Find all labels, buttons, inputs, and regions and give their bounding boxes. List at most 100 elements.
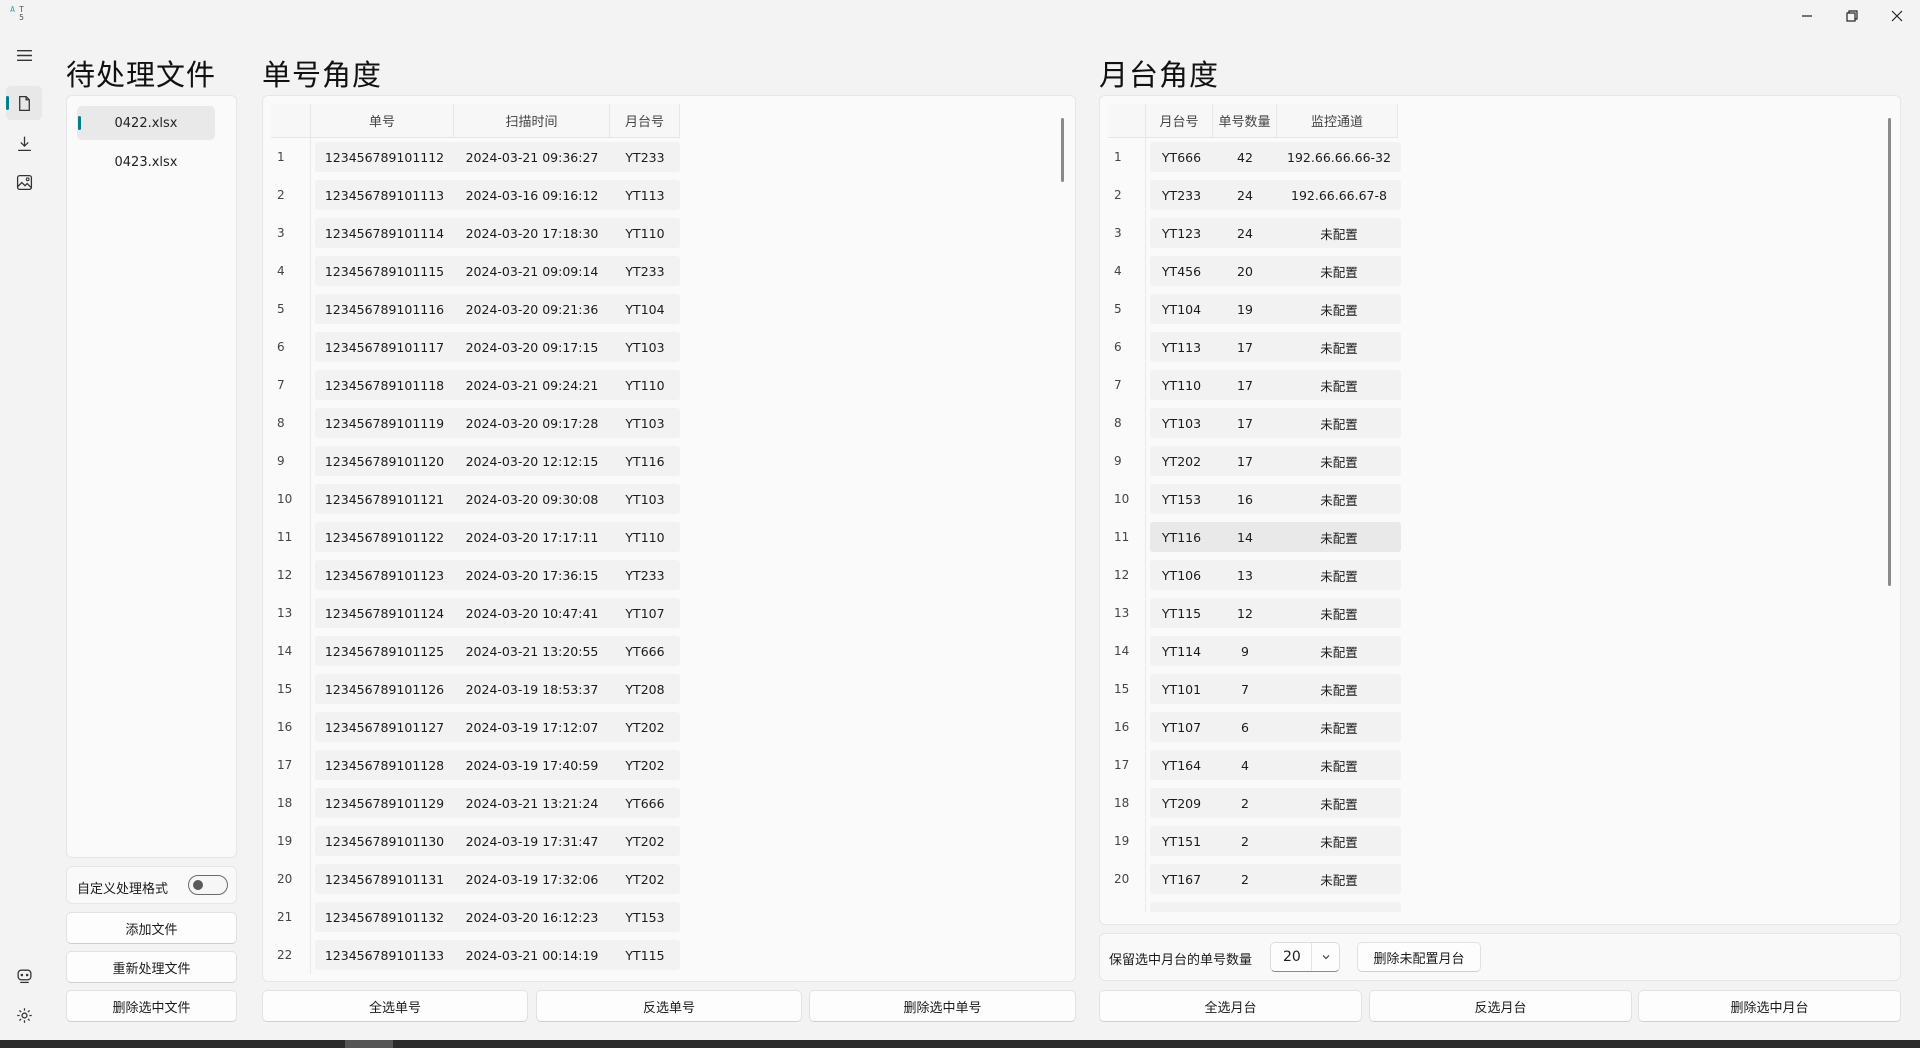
restore-button[interactable] xyxy=(1829,0,1875,32)
row-cells[interactable]: 123456789101115 2024-03-21 09:09:14 YT233 xyxy=(315,256,680,286)
row-cells[interactable]: 123456789101117 2024-03-20 09:17:15 YT103 xyxy=(315,332,680,362)
row-cells[interactable]: 123456789101123 2024-03-20 17:36:15 YT233 xyxy=(315,560,680,590)
table-row[interactable]: 5 YT104 19 未配置 xyxy=(1108,290,1401,328)
table-row[interactable]: 20 YT167 2 未配置 xyxy=(1108,860,1401,898)
platform-col-header[interactable]: 监控通道 xyxy=(1277,104,1398,138)
row-cells[interactable]: YT151 2 未配置 xyxy=(1150,826,1401,856)
table-row[interactable]: 16 123456789101127 2024-03-19 17:12:07 YT20… xyxy=(271,708,680,746)
row-cells[interactable]: 123456789101127 2024-03-19 17:12:07 YT202 xyxy=(315,712,680,742)
table-row[interactable]: 1 YT666 42 192.66.66.66-32 xyxy=(1108,138,1401,176)
row-cells[interactable]: 123456789101121 2024-03-20 09:30:08 YT103 xyxy=(315,484,680,514)
table-row[interactable]: 11 YT116 14 未配置 xyxy=(1108,518,1401,556)
table-row[interactable]: 22 123456789101133 2024-03-21 00:14:19 YT11… xyxy=(271,936,680,974)
nav-image-button[interactable] xyxy=(6,165,42,199)
file-item[interactable]: 0422.xlsx xyxy=(77,106,215,140)
table-row[interactable]: 4 123456789101115 2024-03-21 09:09:14 YT233 xyxy=(271,252,680,290)
reprocess-file-button[interactable]: 重新处理文件 xyxy=(66,951,237,983)
table-row[interactable]: 8 YT103 17 未配置 xyxy=(1108,404,1401,442)
menu-button[interactable] xyxy=(6,38,42,72)
table-row[interactable]: 20 123456789101131 2024-03-19 17:32:06 YT20… xyxy=(271,860,680,898)
orders-scrollbar[interactable] xyxy=(1061,118,1064,182)
table-row[interactable]: 9 YT202 17 未配置 xyxy=(1108,442,1401,480)
row-cells[interactable]: 123456789101112 2024-03-21 09:36:27 YT233 xyxy=(315,142,680,172)
delete-selected-platforms-button[interactable]: 删除选中月台 xyxy=(1638,990,1901,1022)
minimize-button[interactable] xyxy=(1784,0,1830,32)
invert-platforms-button[interactable]: 反选月台 xyxy=(1369,990,1632,1022)
chevron-down-icon[interactable] xyxy=(1311,943,1339,971)
delete-selected-orders-button[interactable]: 删除选中单号 xyxy=(809,990,1076,1022)
table-row[interactable]: 17 YT164 4 未配置 xyxy=(1108,746,1401,784)
row-cells[interactable]: 123456789101128 2024-03-19 17:40:59 YT202 xyxy=(315,750,680,780)
table-row[interactable]: 12 YT106 13 未配置 xyxy=(1108,556,1401,594)
table-row[interactable]: 13 YT115 12 未配置 xyxy=(1108,594,1401,632)
row-cells[interactable]: YT2052未配置 xyxy=(1150,902,1401,912)
select-all-orders-button[interactable]: 全选单号 xyxy=(262,990,528,1022)
row-cells[interactable]: YT164 4 未配置 xyxy=(1150,750,1401,780)
orders-col-header[interactable]: 单号 xyxy=(311,104,454,138)
table-row[interactable]: 8 123456789101119 2024-03-20 09:17:28 YT103 xyxy=(271,404,680,442)
add-file-button[interactable]: 添加文件 xyxy=(66,912,237,944)
table-row[interactable]: 11 123456789101122 2024-03-20 17:17:11 YT11… xyxy=(271,518,680,556)
row-cells[interactable]: YT103 17 未配置 xyxy=(1150,408,1401,438)
table-row[interactable]: 4 YT456 20 未配置 xyxy=(1108,252,1401,290)
table-row[interactable]: 19 YT151 2 未配置 xyxy=(1108,822,1401,860)
row-cells[interactable]: 123456789101126 2024-03-19 18:53:37 YT208 xyxy=(315,674,680,704)
invert-orders-button[interactable]: 反选单号 xyxy=(536,990,802,1022)
row-cells[interactable]: YT115 12 未配置 xyxy=(1150,598,1401,628)
row-cells[interactable]: 123456789101114 2024-03-20 17:18:30 YT110 xyxy=(315,218,680,248)
table-row[interactable]: 15 YT101 7 未配置 xyxy=(1108,670,1401,708)
table-row[interactable]: 9 123456789101120 2024-03-20 12:12:15 YT116 xyxy=(271,442,680,480)
row-cells[interactable]: YT107 6 未配置 xyxy=(1150,712,1401,742)
row-cells[interactable]: YT666 42 192.66.66.66-32 xyxy=(1150,142,1401,172)
row-cells[interactable]: YT123 24 未配置 xyxy=(1150,218,1401,248)
row-cells[interactable]: 123456789101130 2024-03-19 17:31:47 YT202 xyxy=(315,826,680,856)
table-row[interactable]: 10 YT153 16 未配置 xyxy=(1108,480,1401,518)
keep-count-select[interactable]: 20 xyxy=(1270,942,1340,972)
table-row[interactable]: 6 123456789101117 2024-03-20 09:17:15 YT103 xyxy=(271,328,680,366)
table-row[interactable]: 21 123456789101132 2024-03-20 16:12:23 YT15… xyxy=(271,898,680,936)
table-row[interactable]: 7 YT110 17 未配置 xyxy=(1108,366,1401,404)
orders-col-header[interactable]: 月台号 xyxy=(610,104,680,138)
row-cells[interactable]: 123456789101113 2024-03-16 09:16:12 YT113 xyxy=(315,180,680,210)
table-row[interactable]: 14 YT114 9 未配置 xyxy=(1108,632,1401,670)
row-cells[interactable]: YT116 14 未配置 xyxy=(1150,522,1401,552)
platform-col-header[interactable]: 单号数量 xyxy=(1213,104,1277,138)
table-row[interactable]: 2 123456789101113 2024-03-16 09:16:12 YT113 xyxy=(271,176,680,214)
custom-format-toggle[interactable] xyxy=(188,875,228,895)
row-cells[interactable]: 123456789101116 2024-03-20 09:21:36 YT104 xyxy=(315,294,680,324)
row-cells[interactable]: YT209 2 未配置 xyxy=(1150,788,1401,818)
table-row[interactable]: 1 123456789101112 2024-03-21 09:36:27 YT233 xyxy=(271,138,680,176)
row-cells[interactable]: YT167 2 未配置 xyxy=(1150,864,1401,894)
table-row[interactable]: 21 YT2052未配置 xyxy=(1108,898,1401,912)
table-row[interactable]: 16 YT107 6 未配置 xyxy=(1108,708,1401,746)
table-row[interactable]: 19 123456789101130 2024-03-19 17:31:47 YT20… xyxy=(271,822,680,860)
row-cells[interactable]: 123456789101122 2024-03-20 17:17:11 YT110 xyxy=(315,522,680,552)
table-row[interactable]: 18 YT209 2 未配置 xyxy=(1108,784,1401,822)
row-cells[interactable]: YT233 24 192.66.66.67-8 xyxy=(1150,180,1401,210)
row-cells[interactable]: YT104 19 未配置 xyxy=(1150,294,1401,324)
delete-unconfigured-button[interactable]: 删除未配置月台 xyxy=(1357,942,1481,972)
orders-col-header[interactable]: 扫描时间 xyxy=(454,104,610,138)
platform-scrollbar[interactable] xyxy=(1888,118,1891,586)
row-cells[interactable]: 123456789101133 2024-03-21 00:14:19 YT115 xyxy=(315,940,680,970)
table-row[interactable]: 3 123456789101114 2024-03-20 17:18:30 YT110 xyxy=(271,214,680,252)
table-row[interactable]: 14 123456789101125 2024-03-21 13:20:55 YT66… xyxy=(271,632,680,670)
table-row[interactable]: 5 123456789101116 2024-03-20 09:21:36 YT104 xyxy=(271,290,680,328)
close-button[interactable] xyxy=(1874,0,1920,32)
row-cells[interactable]: 123456789101131 2024-03-19 17:32:06 YT202 xyxy=(315,864,680,894)
row-cells[interactable]: YT153 16 未配置 xyxy=(1150,484,1401,514)
table-row[interactable]: 3 YT123 24 未配置 xyxy=(1108,214,1401,252)
row-cells[interactable]: YT101 7 未配置 xyxy=(1150,674,1401,704)
nav-settings-button[interactable] xyxy=(6,998,42,1032)
table-row[interactable]: 2 YT233 24 192.66.66.67-8 xyxy=(1108,176,1401,214)
row-cells[interactable]: 123456789101119 2024-03-20 09:17:28 YT103 xyxy=(315,408,680,438)
row-cells[interactable]: YT110 17 未配置 xyxy=(1150,370,1401,400)
delete-selected-file-button[interactable]: 删除选中文件 xyxy=(66,990,237,1022)
taskbar-item[interactable] xyxy=(345,1040,393,1048)
nav-download-button[interactable] xyxy=(6,126,42,160)
row-cells[interactable]: 123456789101120 2024-03-20 12:12:15 YT116 xyxy=(315,446,680,476)
row-cells[interactable]: 123456789101124 2024-03-20 10:47:41 YT107 xyxy=(315,598,680,628)
table-row[interactable]: 13 123456789101124 2024-03-20 10:47:41 YT10… xyxy=(271,594,680,632)
file-item[interactable]: 0423.xlsx xyxy=(77,145,215,179)
platform-col-header[interactable]: 月台号 xyxy=(1146,104,1213,138)
